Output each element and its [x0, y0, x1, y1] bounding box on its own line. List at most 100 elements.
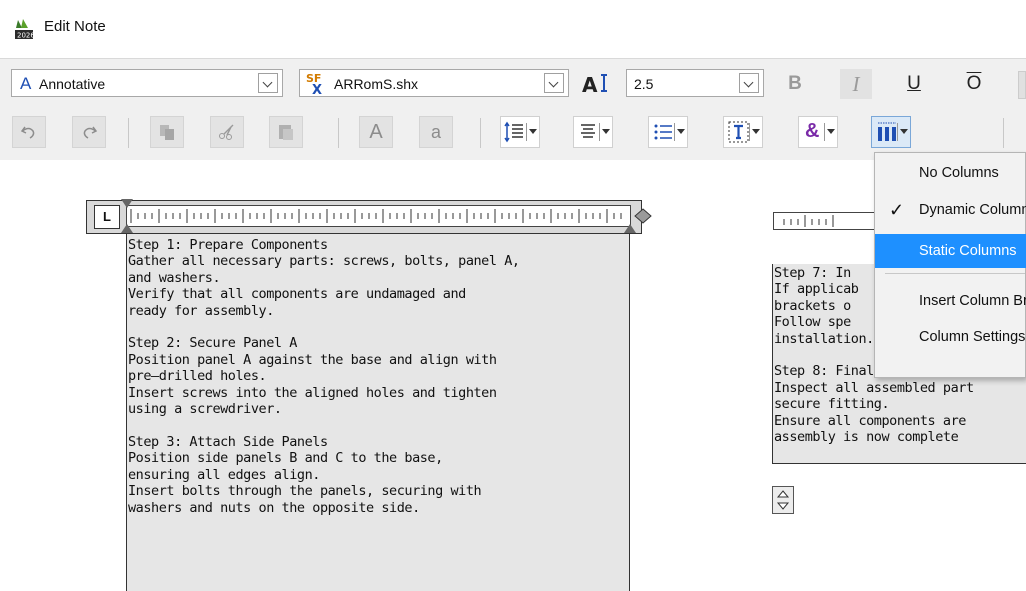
undo-button[interactable] — [12, 116, 46, 148]
text-line: pre–drilled holes. — [128, 368, 267, 385]
text-line: secure fitting. — [774, 396, 890, 413]
shx-font-icon: SF X — [305, 71, 329, 98]
text-height-value: 2.5 — [634, 76, 654, 92]
lowercase-button[interactable]: a — [419, 116, 453, 148]
chevron-down-icon[interactable] — [739, 73, 759, 93]
paste-icon — [279, 125, 293, 140]
text-height-combo[interactable]: 2.5 — [626, 69, 764, 97]
window-title: Edit Note — [44, 18, 106, 35]
overline-button[interactable]: O — [958, 69, 990, 99]
toolbar-separator — [128, 118, 129, 148]
bold-button[interactable]: B — [779, 69, 811, 99]
text-line: Step 1: Prepare Components — [128, 237, 328, 253]
menu-item-column-settings[interactable]: Column Settings... — [875, 320, 1026, 354]
text-line: ensuring all edges align. — [128, 466, 320, 483]
svg-text:A: A — [582, 73, 598, 97]
text-style-combo[interactable]: A Annotative — [11, 69, 283, 97]
menu-separator — [885, 273, 1025, 274]
font-value: ARRomS.shx — [334, 76, 419, 92]
copy-button[interactable] — [150, 116, 184, 148]
copy-icon — [160, 125, 174, 140]
text-line — [128, 319, 628, 335]
line-spacing-button[interactable] — [500, 116, 540, 148]
chevron-down-icon[interactable] — [749, 123, 760, 141]
text-line: washers and nuts on the opposite side. — [128, 499, 420, 516]
text-line: and washers. — [128, 269, 221, 286]
column-height-grip[interactable] — [772, 486, 794, 514]
text-line — [128, 417, 628, 433]
columns-menu: No Columns ✓ Dynamic Columns Static Columns… — [874, 152, 1026, 378]
annotative-a-icon: A — [20, 74, 32, 93]
italic-button[interactable]: I — [840, 69, 872, 99]
ruler-ticks — [130, 209, 622, 223]
text-line: Gather all necessary parts: screws, bolt… — [128, 253, 520, 270]
chevron-down-icon[interactable] — [824, 123, 835, 141]
text-line: Position panel A against the base and al… — [128, 351, 497, 368]
bullets-button[interactable] — [648, 116, 688, 148]
paste-button[interactable] — [269, 116, 303, 148]
menu-item-static-columns[interactable]: Static Columns — [875, 234, 1026, 268]
chevron-down-icon[interactable] — [674, 123, 685, 141]
tab-type-button[interactable]: L — [94, 205, 120, 229]
chevron-down-icon[interactable] — [526, 123, 537, 141]
checkmark-icon: ✓ — [889, 200, 905, 220]
menu-item-label: No Columns — [919, 165, 999, 181]
font-combo[interactable]: SF X ARRomS.shx — [299, 69, 569, 98]
text-line: Step 2: Secure Panel A — [128, 335, 297, 352]
uppercase-button[interactable]: A — [359, 116, 393, 148]
redo-icon — [83, 126, 98, 139]
format-toolbar: A Annotative SF X ARRomS.shx A 2.5 B I U… — [0, 58, 1026, 110]
ruler-column-2[interactable] — [773, 212, 883, 230]
left-indent-marker[interactable] — [119, 222, 135, 236]
text-height-icon: A — [581, 71, 609, 97]
chevron-down-icon[interactable] — [544, 73, 564, 93]
toolbar-separator — [338, 118, 339, 148]
drawing-area[interactable]: L Step 1: Prepare Components Gather all n… — [0, 160, 1026, 591]
text-line: Step 3: Attach Side Panels — [128, 433, 328, 450]
overflow-button[interactable] — [1018, 71, 1026, 99]
menu-item-no-columns[interactable]: No Columns — [875, 156, 1026, 190]
text-line: assembly is now complete — [774, 429, 959, 446]
text-line: Insert screws into the aligned holes and… — [128, 384, 497, 401]
chevron-down-icon[interactable] — [258, 73, 278, 93]
svg-text:2026: 2026 — [17, 32, 35, 40]
text-line: Inspect all assembled part — [774, 379, 974, 396]
chevron-down-icon[interactable] — [897, 123, 908, 141]
menu-item-dynamic-columns[interactable]: ✓ Dynamic Columns — [875, 193, 1026, 227]
title-bar: 2026 Edit Note — [0, 0, 1026, 58]
chevron-down-icon[interactable] — [599, 123, 610, 141]
svg-text:X: X — [312, 83, 322, 95]
text-line: Ensure all components are — [774, 412, 966, 429]
text-line: Position side panels B and C to the base… — [128, 450, 443, 467]
justification-button[interactable] — [573, 116, 613, 148]
ruler[interactable] — [126, 205, 631, 227]
column-width-handle[interactable] — [632, 207, 654, 227]
columns-button[interactable] — [871, 116, 911, 148]
underline-button[interactable]: U — [898, 69, 930, 99]
text-line: using a screwdriver. — [128, 401, 282, 418]
text-line: Insert bolts through the panels, securin… — [128, 483, 482, 500]
text-column-1[interactable]: Step 1: Prepare Components Gather all nec… — [128, 237, 628, 516]
first-line-indent-marker[interactable] — [119, 198, 135, 212]
redo-button[interactable] — [72, 116, 106, 148]
menu-item-label: Static Columns — [919, 243, 1017, 259]
toolbar-separator — [480, 118, 481, 148]
cut-icon — [219, 124, 234, 140]
text-line: ready for assembly. — [128, 302, 274, 319]
symbol-icon: & — [805, 120, 820, 142]
resize-arrows-icon — [776, 490, 790, 510]
menu-item-label: Insert Column Break — [919, 293, 1026, 309]
edit-toolbar: A a & — [0, 110, 1026, 160]
app-icon: 2026 — [13, 18, 35, 40]
symbol-button[interactable]: & — [798, 116, 838, 148]
menu-item-insert-column-break[interactable]: Insert Column Break — [875, 284, 1026, 318]
toolbar-separator — [1003, 118, 1004, 148]
ruler-ticks — [783, 215, 834, 227]
menu-item-label: Column Settings... — [919, 329, 1026, 345]
text-line: Verify that all components are undamaged… — [128, 286, 466, 303]
text-style-value: Annotative — [39, 76, 106, 92]
undo-icon — [20, 126, 35, 139]
cut-button[interactable] — [210, 116, 244, 148]
insert-field-button[interactable] — [723, 116, 763, 148]
menu-item-label: Dynamic Columns — [919, 202, 1026, 218]
